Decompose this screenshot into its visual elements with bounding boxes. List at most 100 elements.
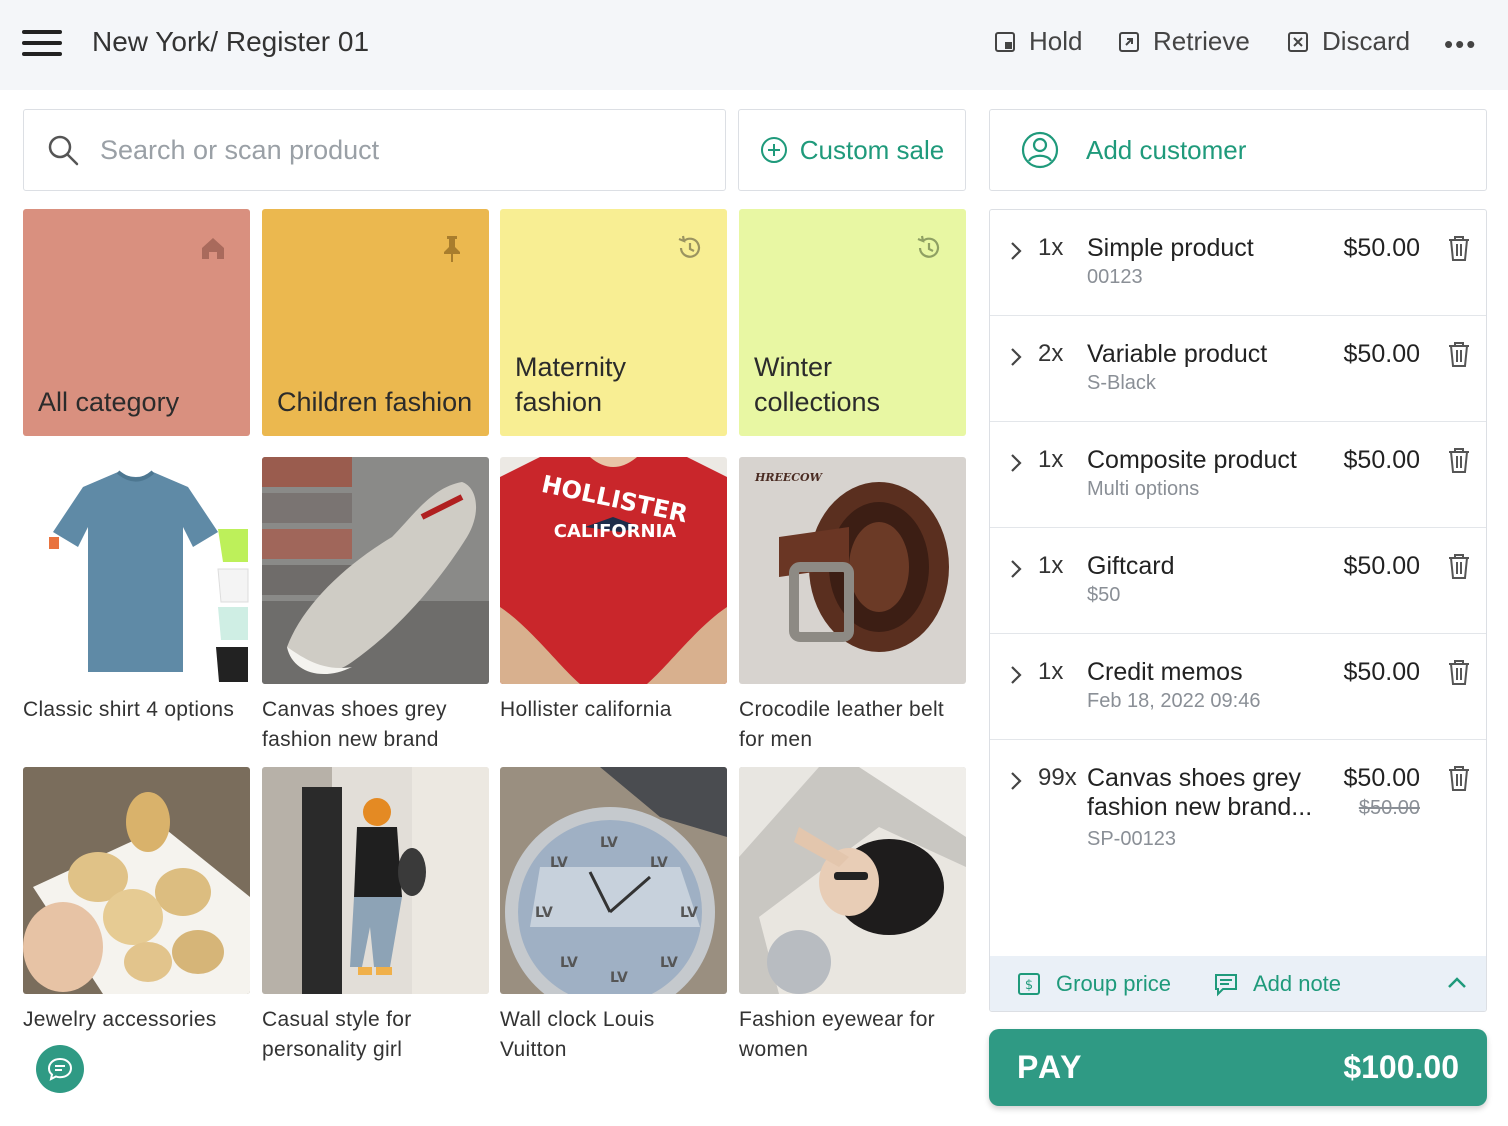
cart-item-old-price: $50.00 (1358, 797, 1420, 819)
hamburger-menu-icon[interactable] (22, 30, 62, 58)
cart-item-sub: 00123 (1087, 266, 1143, 288)
custom-sale-label: Custom sale (799, 134, 945, 165)
chevron-right-icon[interactable] (1008, 770, 1024, 792)
product-image (262, 457, 489, 684)
note-icon (1214, 973, 1237, 996)
home-icon (202, 238, 224, 259)
cart-item[interactable]: 2x Variable product S-Black $50.00 (990, 316, 1486, 422)
product-name: Crocodile leather belt for men (739, 698, 945, 751)
chevron-right-icon[interactable] (1008, 558, 1024, 580)
cart-panel: 1x Simple product 00123 $50.00 2x Variab… (989, 209, 1487, 1012)
cart-item-name: Giftcard (1087, 552, 1175, 580)
svg-text:LV: LV (610, 970, 628, 986)
cart-item-name: Simple product (1087, 234, 1254, 262)
cart-item-name: Credit memos (1087, 658, 1243, 686)
retrieve-button[interactable]: Retrieve (1117, 26, 1250, 57)
product-name: Fashion eyewear for women (739, 1008, 935, 1061)
add-customer-button[interactable]: Add customer (989, 109, 1487, 191)
cart-item-price: $50.00 (1343, 340, 1420, 368)
trash-icon[interactable] (1446, 552, 1472, 580)
pay-label: PAY (1017, 1049, 1084, 1085)
svg-text:LV: LV (550, 855, 568, 871)
cart-item-name: Canvas shoes grey fashion new brand... (1087, 764, 1313, 821)
add-customer-label: Add customer (1086, 134, 1247, 165)
cart-item-qty: 1x (1038, 234, 1064, 261)
cart-footer: $ Group price Add note (990, 956, 1486, 1011)
search-input[interactable] (100, 134, 660, 166)
cart-item[interactable]: 1x Composite product Multi options $50.0… (990, 422, 1486, 528)
retrieve-icon (1119, 31, 1139, 52)
cart-item-qty: 1x (1038, 446, 1064, 473)
cart-item-qty: 99x (1038, 764, 1077, 791)
product-name: Canvas shoes grey fashion new brand (262, 698, 447, 751)
category-label: Maternity fashion (515, 352, 627, 417)
hold-label: Hold (1029, 26, 1083, 56)
cart-item-qty: 1x (1038, 552, 1064, 579)
product-image (23, 767, 250, 994)
product-name: Jewelry accessories (23, 1008, 217, 1031)
custom-sale-button[interactable]: Custom sale (738, 109, 966, 191)
chevron-right-icon[interactable] (1008, 240, 1024, 262)
group-price-button[interactable]: $ Group price (1016, 971, 1171, 997)
cart-item-price: $50.00 (1343, 234, 1420, 262)
product-image: HOLLISTER CALIFORNIA (500, 457, 727, 684)
chevron-right-icon[interactable] (1008, 664, 1024, 686)
chevron-right-icon[interactable] (1008, 346, 1024, 368)
chat-button[interactable] (36, 1045, 84, 1093)
product-card[interactable]: Canvas shoes grey fashion new brand (262, 457, 489, 755)
cart-item-name: Variable product (1087, 340, 1268, 368)
cart-item-price: $50.00 (1343, 446, 1420, 474)
category-children-fashion[interactable]: Children fashion (262, 209, 489, 436)
category-all[interactable]: All category (23, 209, 250, 436)
product-card[interactable]: LV LV LV LV LV LV LV LV Wall clock Louis Vuit… (500, 767, 727, 1065)
pay-total: $100.00 (1343, 1049, 1459, 1085)
svg-text:LV: LV (650, 855, 668, 871)
product-card[interactable]: Fashion eyewear for women (739, 767, 966, 1065)
chevron-right-icon[interactable] (1008, 452, 1024, 474)
cart-item[interactable]: 1x Simple product 00123 $50.00 (990, 210, 1486, 316)
svg-text:LV: LV (560, 955, 578, 971)
register-title: New York/ Register 01 (92, 26, 370, 57)
product-card[interactable]: HOLLISTER CALIFORNIA Hollister californi… (500, 457, 727, 725)
cart-item[interactable]: 1x Credit memos Feb 18, 2022 09:46 $50.0… (990, 634, 1486, 740)
svg-text:$: $ (1025, 978, 1033, 993)
trash-icon[interactable] (1446, 234, 1472, 262)
product-card[interactable]: Classic shirt 4 options (23, 457, 250, 725)
belt-brand-text: HREECOW (754, 471, 824, 484)
add-note-button[interactable]: Add note (1213, 971, 1341, 997)
discard-button[interactable]: Discard (1286, 26, 1410, 57)
cart-item-price: $50.00 (1343, 764, 1420, 792)
cart-item-sub: Feb 18, 2022 09:46 (1087, 690, 1261, 712)
category-label: Children fashion (277, 387, 473, 417)
svg-text:LV: LV (660, 955, 678, 971)
trash-icon[interactable] (1446, 340, 1472, 368)
add-note-label: Add note (1252, 970, 1342, 996)
category-maternity-fashion[interactable]: Maternity fashion (500, 209, 727, 436)
group-price-label: Group price (1056, 970, 1171, 996)
trash-icon[interactable] (1446, 446, 1472, 474)
user-circle-icon (1021, 131, 1059, 169)
trash-icon[interactable] (1446, 764, 1472, 792)
shirt-city-text: CALIFORNIA (554, 521, 677, 542)
cart-item[interactable]: 1x Giftcard $50 $50.00 (990, 528, 1486, 634)
pay-button[interactable]: PAY $100.00 (989, 1029, 1487, 1106)
product-image (23, 457, 250, 684)
category-label: All category (38, 387, 180, 417)
product-image: HREECOW (739, 457, 966, 684)
hold-button[interactable]: Hold (993, 26, 1082, 57)
product-card[interactable]: Casual style for personality girl (262, 767, 489, 1065)
product-name: Classic shirt 4 options (23, 698, 235, 721)
cart-item-price: $50.00 (1343, 658, 1420, 686)
cart-item-sub: S-Black (1087, 372, 1156, 394)
more-options-icon[interactable]: ••• (1444, 31, 1477, 57)
retrieve-label: Retrieve (1153, 26, 1250, 56)
product-card[interactable]: Jewelry accessories (23, 767, 250, 1035)
trash-icon[interactable] (1446, 658, 1472, 686)
product-name: Wall clock Louis Vuitton (500, 1008, 655, 1061)
hold-icon (995, 31, 1015, 52)
category-winter-collections[interactable]: Winter collections (739, 209, 966, 436)
chevron-up-icon[interactable] (1446, 974, 1468, 990)
product-card[interactable]: HREECOW Crocodile leather belt for men (739, 457, 966, 755)
cart-item-sub: $50 (1087, 584, 1121, 606)
cart-item[interactable]: 99x Canvas shoes grey fashion new brand.… (990, 740, 1486, 870)
